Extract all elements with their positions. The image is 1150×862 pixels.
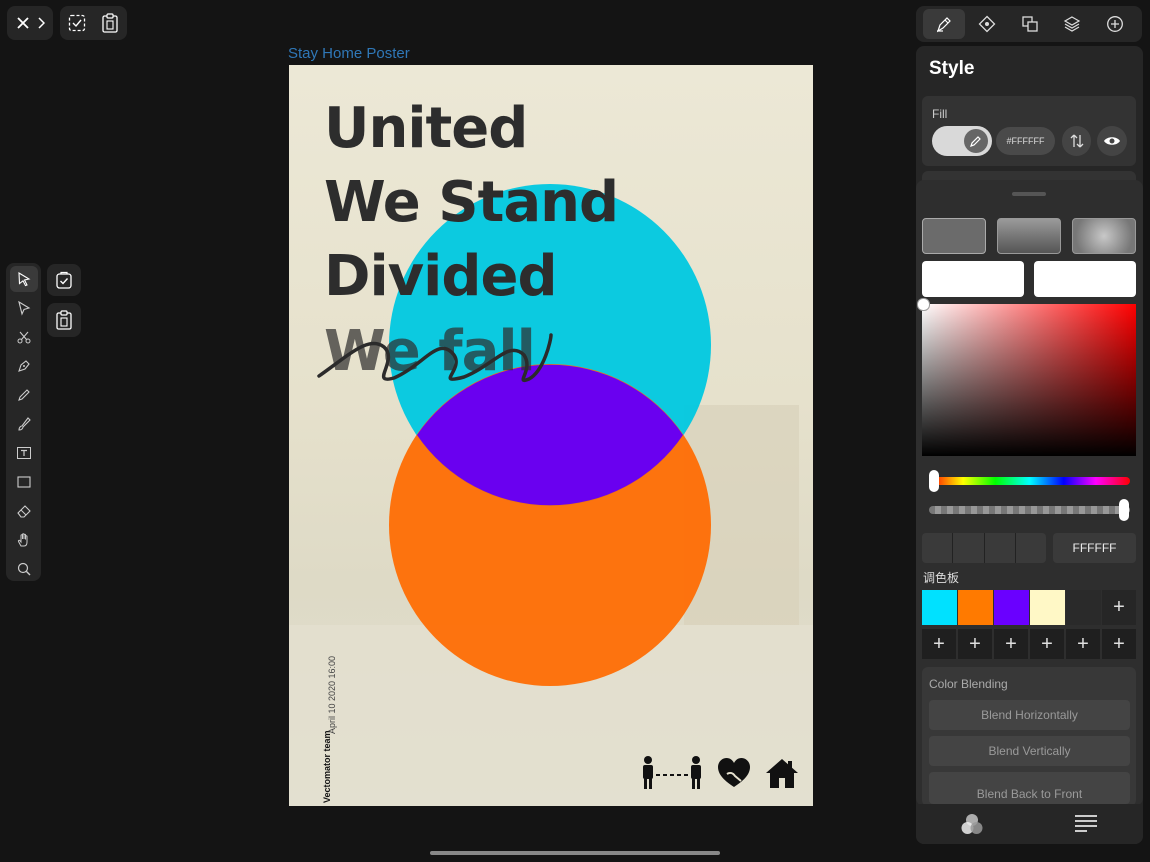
rectangle-icon[interactable]: [10, 469, 38, 495]
style-tab-icon[interactable]: [923, 9, 965, 39]
segment-1[interactable]: [922, 533, 954, 563]
path-tab-icon[interactable]: [976, 13, 998, 35]
panel-bottom-bar: [916, 804, 1143, 844]
segment-2[interactable]: [953, 533, 985, 563]
style-panel-title: Style: [929, 58, 975, 79]
float-clipboard-button[interactable]: [47, 303, 81, 337]
float-select-button[interactable]: [47, 264, 81, 296]
palette-add-slot-6[interactable]: +: [1102, 629, 1136, 659]
text-icon[interactable]: [10, 440, 38, 466]
credits-date: April 10 2020 16:00: [327, 655, 337, 734]
palette-add-slot-5[interactable]: +: [1066, 629, 1100, 659]
zoom-icon[interactable]: [10, 556, 38, 582]
edit-toolbar: [60, 6, 127, 40]
fill-solid-option[interactable]: [922, 218, 986, 254]
top-left-toolbar: [7, 6, 53, 40]
pen-icon[interactable]: [10, 353, 38, 379]
arrange-tab-icon[interactable]: [1019, 13, 1041, 35]
social-distance-icon: [643, 756, 701, 789]
left-toolbar: [6, 263, 41, 581]
inspector-tab-bar: [916, 6, 1142, 42]
heart-hand-icon: [718, 758, 750, 787]
document-title[interactable]: Stay Home Poster: [288, 45, 410, 62]
text-align-icon[interactable]: [1072, 812, 1100, 836]
swap-icon[interactable]: [1062, 126, 1091, 156]
select-all-icon[interactable]: [67, 13, 87, 33]
palette-add-button[interactable]: +: [1102, 590, 1136, 625]
current-color-swatch[interactable]: [1034, 261, 1136, 297]
opacity-slider[interactable]: [929, 506, 1130, 514]
poster-artboard[interactable]: United We Stand Divided We fall Vectomat…: [289, 65, 813, 806]
eyedropper-icon[interactable]: [964, 129, 988, 153]
hue-slider-handle[interactable]: [929, 470, 939, 492]
segment-3[interactable]: [985, 533, 1016, 563]
color-value-segments[interactable]: [922, 533, 1046, 563]
saturation-brightness-field[interactable]: [922, 304, 1136, 456]
scribble-stroke: [317, 333, 553, 382]
palette-add-slot-3[interactable]: +: [994, 629, 1028, 659]
clipboard-icon: [55, 310, 73, 330]
scissors-icon[interactable]: [10, 324, 38, 350]
palette-add-slot-1[interactable]: +: [922, 629, 956, 659]
hand-icon[interactable]: [10, 527, 38, 553]
hue-slider[interactable]: [929, 477, 1130, 485]
palette-add-slot-4[interactable]: +: [1030, 629, 1064, 659]
eye-icon[interactable]: [1097, 126, 1127, 156]
palette-label: 调色板: [923, 571, 960, 585]
palette-swatch-cream[interactable]: [1030, 590, 1065, 625]
blend-vertically-button[interactable]: Blend Vertically: [929, 736, 1130, 766]
select-check-icon: [55, 271, 73, 289]
home-indicator[interactable]: [430, 851, 720, 855]
color-tab-icon[interactable]: [958, 811, 986, 837]
home-icon: [766, 759, 798, 788]
chevron-right-icon[interactable]: [36, 16, 46, 30]
clipboard-icon[interactable]: [100, 13, 120, 33]
pencil-icon[interactable]: [10, 382, 38, 408]
palette-add-slot-2[interactable]: +: [958, 629, 992, 659]
selection-icon[interactable]: [10, 266, 38, 292]
opacity-slider-handle[interactable]: [1119, 499, 1129, 521]
fill-label: Fill: [932, 107, 948, 121]
previous-color-swatch[interactable]: [922, 261, 1024, 297]
palette-swatch-purple[interactable]: [994, 590, 1029, 625]
color-blending-label: Color Blending: [929, 677, 1008, 691]
segment-4[interactable]: [1016, 533, 1046, 563]
fill-hex-field[interactable]: #FFFFFF: [996, 127, 1055, 155]
blend-back-to-front-button[interactable]: Blend Back to Front: [929, 772, 1130, 804]
fill-radial-gradient-option[interactable]: [1072, 218, 1136, 254]
direct-selection-icon[interactable]: [10, 295, 38, 321]
eraser-icon[interactable]: [10, 498, 38, 524]
popover-handle[interactable]: [1012, 192, 1046, 196]
fill-linear-gradient-option[interactable]: [997, 218, 1061, 254]
hex-value-field[interactable]: FFFFFF: [1053, 533, 1136, 563]
layers-tab-icon[interactable]: [1061, 13, 1083, 35]
brush-icon[interactable]: [10, 411, 38, 437]
palette-swatch-orange[interactable]: [958, 590, 993, 625]
palette-swatch-dark[interactable]: [1066, 590, 1101, 625]
blend-horizontally-button[interactable]: Blend Horizontally: [929, 700, 1130, 730]
close-icon[interactable]: [15, 15, 31, 31]
fill-toggle[interactable]: [932, 126, 992, 156]
saturation-handle[interactable]: [917, 298, 930, 311]
add-tab-icon[interactable]: [1104, 13, 1126, 35]
palette-swatch-cyan[interactable]: [922, 590, 957, 625]
